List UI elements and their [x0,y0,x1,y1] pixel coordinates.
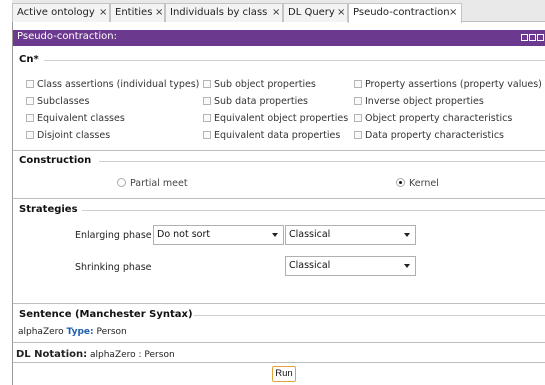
construction-heading: Construction [19,155,92,166]
dl-notation-value: alphaZero : Person [90,350,175,360]
section-separator [13,303,545,304]
checkbox-label: Inverse object properties [365,96,484,107]
tab-bar: Active ontology × Entities × Individuals… [12,0,545,23]
checkbox-icon[interactable] [354,97,362,105]
close-icon[interactable]: × [272,4,280,22]
cn-divider [44,60,545,61]
left-border [12,22,13,385]
tab-pseudo-contraction[interactable]: Pseudo-contraction × [348,3,462,23]
checkbox-property-assertions[interactable]: Property assertions (property values) [354,79,542,91]
sentence-object: Person [96,327,127,337]
checkbox-icon[interactable] [203,114,211,122]
select-value: Classical [289,229,331,240]
tab-label: Entities [115,7,153,18]
checkbox-icon[interactable] [26,114,34,122]
chevron-down-icon [404,233,410,237]
view-title-bar: Pseudo-contraction: [13,30,545,46]
checkbox-equivalent-data-properties[interactable]: Equivalent data properties [203,130,340,142]
checkbox-icon[interactable] [203,131,211,139]
chevron-down-icon [404,264,410,268]
enlarging-method-select[interactable]: Classical [285,225,416,245]
construction-divider [99,161,545,162]
sentence-divider [194,315,545,316]
split-view-icon[interactable] [521,34,528,41]
enlarging-phase-label: Enlarging phase [75,230,152,241]
sentence-text: alphaZero Type: Person [18,327,127,337]
tab-label: DL Query [288,7,335,18]
chevron-down-icon [272,233,278,237]
tab-dl-query[interactable]: DL Query × [283,3,348,22]
select-value: Do not sort [157,229,211,240]
checkbox-label: Object property characteristics [365,113,513,124]
checkbox-data-property-characteristics[interactable]: Data property characteristics [354,130,504,142]
checkbox-icon[interactable] [26,131,34,139]
checkbox-label: Sub object properties [214,79,316,90]
sentence-heading: Sentence (Manchester Syntax) [19,309,193,320]
radio-selected-icon[interactable] [396,178,405,187]
section-separator [13,198,545,199]
checkbox-label: Data property characteristics [365,130,505,141]
tab-label: Active ontology [17,7,95,18]
dl-notation: DL Notation: alphaZero : Person [16,349,175,360]
close-icon[interactable]: × [449,4,457,22]
shrinking-method-select[interactable]: Classical [285,256,416,276]
checkbox-equivalent-classes[interactable]: Equivalent classes [26,113,125,125]
section-separator [13,362,545,363]
minimize-view-icon[interactable] [529,34,536,41]
checkbox-icon[interactable] [26,97,34,105]
close-icon[interactable]: × [155,4,163,22]
enlarging-sort-select[interactable]: Do not sort [153,225,284,245]
checkbox-subclasses[interactable]: Subclasses [26,96,89,108]
tab-entities[interactable]: Entities × [110,3,165,22]
tab-individuals-by-class[interactable]: Individuals by class × [165,3,283,22]
checkbox-sub-object-properties[interactable]: Sub object properties [203,79,316,91]
checkbox-label: Equivalent data properties [214,130,341,141]
checkbox-equivalent-object-properties[interactable]: Equivalent object properties [203,113,348,125]
section-separator [13,342,545,343]
checkbox-label: Equivalent object properties [214,113,349,124]
select-value: Classical [289,260,331,271]
radio-label: Kernel [409,178,439,189]
view-title: Pseudo-contraction: [17,31,117,42]
checkbox-object-property-characteristics[interactable]: Object property characteristics [354,113,512,125]
checkbox-label: Equivalent classes [37,113,125,124]
checkbox-icon[interactable] [203,80,211,88]
close-icon[interactable]: × [337,4,345,22]
tab-label: Individuals by class [170,7,268,18]
tab-active-ontology[interactable]: Active ontology × [12,3,110,22]
checkbox-icon[interactable] [203,97,211,105]
checkbox-class-assertions[interactable]: Class assertions (individual types) [26,79,199,91]
checkbox-label: Disjoint classes [37,130,111,141]
cn-heading: Cn* [19,54,39,65]
checkbox-disjoint-classes[interactable]: Disjoint classes [26,130,110,142]
shrinking-phase-label: Shrinking phase [75,262,152,273]
dl-notation-label: DL Notation: [16,349,88,360]
checkbox-icon[interactable] [26,80,34,88]
run-button[interactable]: Run [272,366,296,382]
strategies-heading: Strategies [19,204,78,215]
radio-label: Partial meet [130,178,188,189]
checkbox-label: Sub data properties [214,96,308,107]
checkbox-icon[interactable] [354,114,362,122]
checkbox-sub-data-properties[interactable]: Sub data properties [203,96,308,108]
tab-label: Pseudo-contraction [353,7,450,18]
checkbox-icon[interactable] [354,131,362,139]
close-icon[interactable]: × [99,4,107,22]
section-separator [13,150,545,151]
checkbox-icon[interactable] [354,80,362,88]
strategies-divider [82,210,545,211]
checkbox-label: Property assertions (property values) [365,79,542,90]
checkbox-inverse-object-properties[interactable]: Inverse object properties [354,96,484,108]
maximize-view-icon[interactable] [537,34,544,41]
view-controls[interactable] [521,33,545,44]
sentence-keyword: Type: [66,327,94,337]
checkbox-label: Class assertions (individual types) [37,79,200,90]
sentence-subject: alphaZero [18,327,64,337]
radio-kernel[interactable]: Kernel [396,178,439,189]
radio-partial-meet[interactable]: Partial meet [117,178,188,189]
checkbox-label: Subclasses [37,96,90,107]
radio-icon[interactable] [117,178,126,187]
